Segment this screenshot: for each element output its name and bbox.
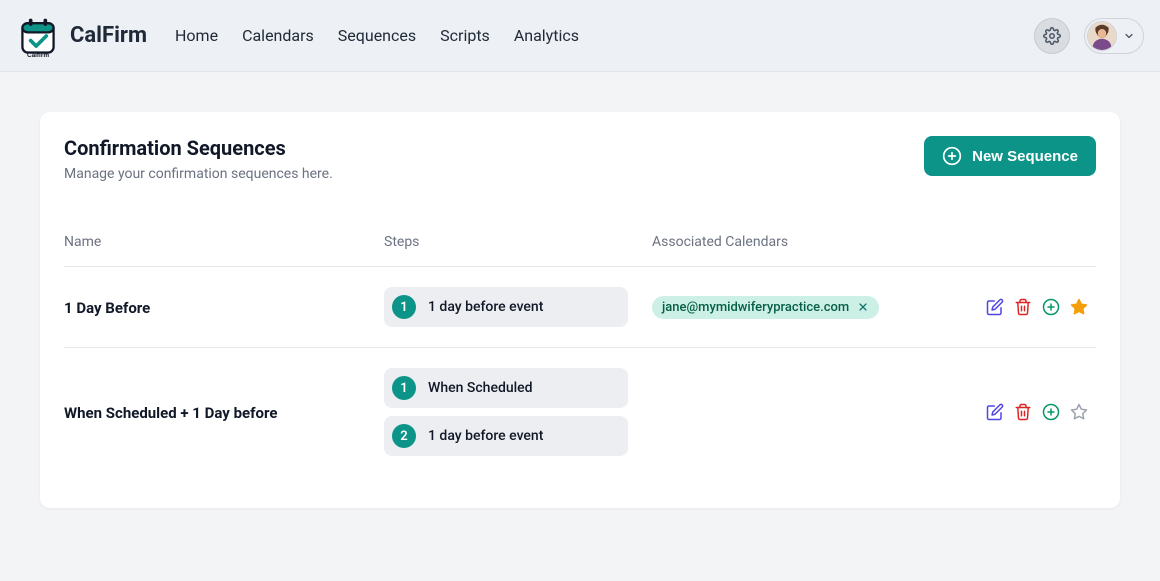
step-label: When Scheduled xyxy=(428,380,533,396)
plus-circle-icon xyxy=(1042,298,1060,316)
edit-icon xyxy=(986,403,1004,421)
delete-button[interactable] xyxy=(1014,298,1032,316)
star-icon xyxy=(1070,403,1088,421)
table-row: 1 Day Before 1 1 day before event jane@m… xyxy=(64,267,1096,348)
step-number: 1 xyxy=(392,376,416,400)
add-button[interactable] xyxy=(1042,298,1060,316)
edit-button[interactable] xyxy=(986,403,1004,421)
gear-icon xyxy=(1043,27,1061,45)
settings-button[interactable] xyxy=(1034,18,1070,54)
calendar-chip: jane@mymidwiferypractice.com xyxy=(652,296,879,319)
new-sequence-label: New Sequence xyxy=(972,148,1078,165)
nav-right xyxy=(1034,18,1144,54)
calendar-email: jane@mymidwiferypractice.com xyxy=(662,300,849,315)
step-pill: 1 When Scheduled xyxy=(384,368,628,408)
add-button[interactable] xyxy=(1042,403,1060,421)
header-actions xyxy=(936,234,1096,267)
logo-block[interactable]: Calfirm CalFirm xyxy=(16,14,147,58)
sequences-card: Confirmation Sequences Manage your confi… xyxy=(40,112,1120,508)
step-pill: 1 1 day before event xyxy=(384,287,628,327)
edit-icon xyxy=(986,298,1004,316)
trash-icon xyxy=(1014,298,1032,316)
page-content: Confirmation Sequences Manage your confi… xyxy=(0,72,1160,548)
brand-name: CalFirm xyxy=(70,23,147,48)
header-name: Name xyxy=(64,234,384,267)
favorite-button[interactable] xyxy=(1070,298,1088,316)
step-number: 2 xyxy=(392,424,416,448)
navbar: Calfirm CalFirm Home Calendars Sequences… xyxy=(0,0,1160,72)
card-header: Confirmation Sequences Manage your confi… xyxy=(64,136,1096,182)
new-sequence-button[interactable]: New Sequence xyxy=(924,136,1096,176)
nav-links: Home Calendars Sequences Scripts Analyti… xyxy=(175,26,579,45)
header-steps: Steps xyxy=(384,234,652,267)
step-pill: 2 1 day before event xyxy=(384,416,628,456)
nav-home[interactable]: Home xyxy=(175,26,218,45)
sequence-name: When Scheduled + 1 Day before xyxy=(64,404,277,422)
nav-scripts[interactable]: Scripts xyxy=(440,26,490,45)
chevron-down-icon xyxy=(1123,30,1135,42)
nav-sequences[interactable]: Sequences xyxy=(338,26,416,45)
favorite-button[interactable] xyxy=(1070,403,1088,421)
edit-button[interactable] xyxy=(986,298,1004,316)
table-row: When Scheduled + 1 Day before 1 When Sch… xyxy=(64,348,1096,477)
trash-icon xyxy=(1014,403,1032,421)
header-calendars: Associated Calendars xyxy=(652,234,936,267)
avatar xyxy=(1087,21,1117,51)
user-menu[interactable] xyxy=(1084,18,1144,54)
page-title: Confirmation Sequences xyxy=(64,136,333,160)
step-label: 1 day before event xyxy=(428,299,543,315)
nav-analytics[interactable]: Analytics xyxy=(514,26,579,45)
page-subtitle: Manage your confirmation sequences here. xyxy=(64,166,333,182)
star-icon xyxy=(1070,298,1088,316)
plus-circle-icon xyxy=(1042,403,1060,421)
logo-icon: Calfirm xyxy=(16,14,60,58)
sequence-name: 1 Day Before xyxy=(64,299,150,317)
sequences-table: Name Steps Associated Calendars 1 Day Be… xyxy=(64,234,1096,476)
close-icon xyxy=(857,301,869,313)
step-number: 1 xyxy=(392,295,416,319)
plus-circle-icon xyxy=(942,146,962,166)
nav-calendars[interactable]: Calendars xyxy=(242,26,314,45)
remove-calendar-button[interactable] xyxy=(857,301,869,313)
svg-text:Calfirm: Calfirm xyxy=(27,52,49,58)
step-label: 1 day before event xyxy=(428,428,543,444)
delete-button[interactable] xyxy=(1014,403,1032,421)
